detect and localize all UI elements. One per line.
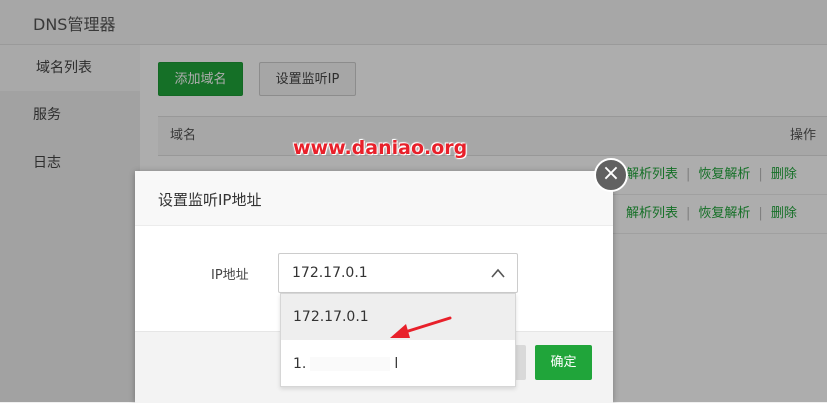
red-arrow xyxy=(390,316,452,338)
